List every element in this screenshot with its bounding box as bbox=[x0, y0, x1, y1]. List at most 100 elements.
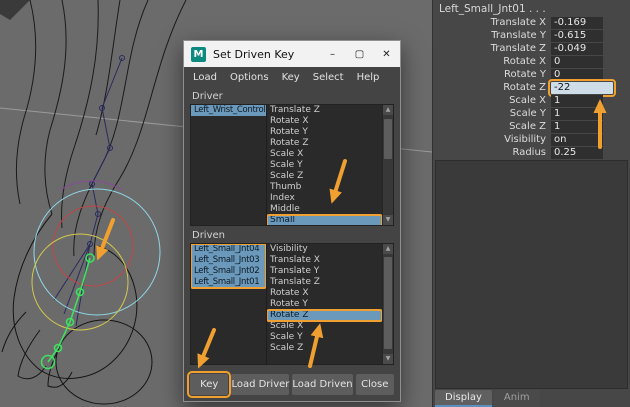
channel-attribute-value[interactable]: on bbox=[551, 134, 603, 146]
close-icon[interactable]: ✕ bbox=[373, 41, 400, 67]
menu-item[interactable]: Select bbox=[313, 72, 344, 83]
menu-item[interactable]: Options bbox=[230, 72, 269, 83]
channel-box: Left_Small_Jnt01 . . . Translate X -0.16… bbox=[432, 0, 630, 407]
driven-attribute-item[interactable]: Visibility bbox=[267, 244, 382, 255]
driver-attribute-item[interactable]: Scale Y bbox=[267, 160, 382, 171]
driver-attribute-list[interactable]: Translate ZRotate XRotate YRotate ZScale… bbox=[267, 105, 382, 225]
channel-attribute-name: Scale Z bbox=[433, 121, 551, 132]
channel-attribute-name: Rotate Z bbox=[433, 82, 551, 93]
dialog-title: Set Driven Key bbox=[213, 48, 319, 61]
channel-attribute-row: Translate X -0.169 bbox=[433, 16, 630, 29]
scroll-down-icon[interactable]: ▼ bbox=[383, 215, 393, 225]
channel-attribute-value[interactable]: 0.25 bbox=[551, 147, 603, 159]
driver-attribute-item[interactable]: Scale X bbox=[267, 149, 382, 160]
menu-item[interactable]: Key bbox=[282, 72, 300, 83]
driven-attribute-item[interactable]: Rotate Z bbox=[267, 310, 382, 321]
driver-attribute-item[interactable]: Index bbox=[267, 193, 382, 204]
scroll-up-icon[interactable]: ▲ bbox=[383, 105, 393, 115]
channel-attribute-name: Translate X bbox=[433, 17, 551, 28]
channel-attribute-value[interactable]: 1 bbox=[551, 95, 603, 107]
maya-app-icon: M bbox=[191, 47, 206, 62]
channel-box-rows: Translate X -0.169 Translate Y -0.615 Tr… bbox=[433, 16, 630, 159]
driven-attribute-item[interactable]: Rotate X bbox=[267, 288, 382, 299]
driven-object-item[interactable]: Left_Small_Jnt02 bbox=[191, 266, 266, 277]
channel-attribute-value[interactable]: 1 bbox=[551, 121, 603, 133]
driven-attribute-item[interactable]: Scale Z bbox=[267, 343, 382, 354]
channel-attribute-name: Translate Y bbox=[433, 30, 551, 41]
channel-attribute-value[interactable]: 1 bbox=[551, 108, 603, 120]
channel-attribute-name: Radius bbox=[433, 147, 551, 158]
dialog-button[interactable]: Load Driver bbox=[231, 374, 289, 395]
driven-attribute-list[interactable]: VisibilityTranslate XTranslate YTranslat… bbox=[267, 244, 382, 364]
driver-object-list[interactable]: Left_Wrist_Control bbox=[191, 105, 267, 225]
dialog-button[interactable]: Load Driven bbox=[292, 374, 352, 395]
driven-attribute-item[interactable]: Scale Y bbox=[267, 332, 382, 343]
channel-attribute-name: Rotate Y bbox=[433, 69, 551, 80]
driven-attribute-item[interactable]: Scale X bbox=[267, 321, 382, 332]
channel-attribute-row: Rotate X 0 bbox=[433, 55, 630, 68]
maya-screen: Left_Small_Jnt01 . . . Translate X -0.16… bbox=[0, 0, 630, 407]
window-buttons: – ▢ ✕ bbox=[319, 41, 400, 67]
channel-attribute-row: Scale Z 1 bbox=[433, 120, 630, 133]
channel-attribute-row: Scale X 1 bbox=[433, 94, 630, 107]
dialog-button[interactable]: Close bbox=[356, 374, 394, 395]
driver-object-item[interactable]: Left_Wrist_Control bbox=[191, 105, 266, 116]
channel-attribute-name: Visibility bbox=[433, 134, 551, 145]
driven-attribute-item[interactable]: Rotate Y bbox=[267, 299, 382, 310]
dialog-button[interactable]: Key bbox=[190, 374, 228, 395]
layer-editor-tabs: DisplayAnim bbox=[435, 390, 540, 407]
menu-item[interactable]: Help bbox=[357, 72, 380, 83]
scroll-down-icon[interactable]: ▼ bbox=[383, 354, 393, 364]
minimize-icon[interactable]: – bbox=[319, 41, 346, 67]
driver-attribute-item[interactable]: Rotate Y bbox=[267, 127, 382, 138]
channel-attribute-name: Scale X bbox=[433, 95, 551, 106]
layer-editor-tab[interactable]: Display bbox=[435, 390, 492, 407]
channel-attribute-name: Rotate X bbox=[433, 56, 551, 67]
channel-attribute-row: Translate Y -0.615 bbox=[433, 29, 630, 42]
driven-object-item[interactable]: Left_Small_Jnt01 bbox=[191, 277, 266, 288]
driver-attribute-item[interactable]: Rotate Z bbox=[267, 138, 382, 149]
driven-attribute-scrollbar[interactable]: ▲ ▼ bbox=[382, 244, 393, 364]
scrollbar-thumb[interactable] bbox=[384, 257, 392, 349]
driver-attribute-item[interactable]: Small bbox=[267, 215, 382, 225]
dialog-titlebar[interactable]: M Set Driven Key – ▢ ✕ bbox=[184, 41, 400, 67]
driven-attribute-item[interactable]: Translate Y bbox=[267, 266, 382, 277]
layer-editor-tab[interactable]: Anim bbox=[494, 390, 540, 407]
dialog-menubar: Load Options Key Select Help bbox=[184, 67, 400, 87]
driven-object-list[interactable]: Left_Small_Jnt04Left_Small_Jnt03Left_Sma… bbox=[191, 244, 267, 364]
driven-lists: Left_Small_Jnt04Left_Small_Jnt03Left_Sma… bbox=[190, 243, 394, 365]
channel-attribute-value[interactable]: -0.049 bbox=[551, 43, 603, 55]
driven-object-item[interactable]: Left_Small_Jnt04 bbox=[191, 244, 266, 255]
scrollbar-thumb[interactable] bbox=[384, 119, 392, 159]
channel-attribute-value[interactable]: -0.169 bbox=[551, 17, 603, 29]
driven-section-label: Driven bbox=[184, 226, 400, 243]
driver-attribute-item[interactable]: Scale Z bbox=[267, 171, 382, 182]
channel-attribute-name: Scale Y bbox=[433, 108, 551, 119]
channel-attribute-row: Translate Z -0.049 bbox=[433, 42, 630, 55]
driver-attribute-item[interactable]: Translate Z bbox=[267, 105, 382, 116]
driver-attribute-item[interactable]: Rotate X bbox=[267, 116, 382, 127]
channel-box-title: Left_Small_Jnt01 . . . bbox=[439, 3, 546, 15]
channel-attribute-row: Rotate Z -22 bbox=[433, 81, 630, 94]
driven-object-item[interactable]: Left_Small_Jnt03 bbox=[191, 255, 266, 266]
maximize-icon[interactable]: ▢ bbox=[346, 41, 373, 67]
driver-lists: Left_Wrist_Control Translate ZRotate XRo… bbox=[190, 104, 394, 226]
driven-attribute-item[interactable]: Translate X bbox=[267, 255, 382, 266]
channel-attribute-value[interactable]: -22 bbox=[551, 82, 613, 94]
menu-item[interactable]: Load bbox=[193, 72, 217, 83]
channel-attribute-row: Scale Y 1 bbox=[433, 107, 630, 120]
set-driven-key-dialog: M Set Driven Key – ▢ ✕ Load Options Key Sel… bbox=[183, 40, 401, 402]
scroll-up-icon[interactable]: ▲ bbox=[383, 244, 393, 254]
layer-editor-area bbox=[435, 160, 628, 389]
channel-attribute-value[interactable]: -0.615 bbox=[551, 30, 603, 42]
driver-attribute-item[interactable]: Thumb bbox=[267, 182, 382, 193]
channel-attribute-value[interactable]: 0 bbox=[551, 56, 603, 68]
channel-attribute-row: Visibility on bbox=[433, 133, 630, 146]
channel-attribute-row: Radius 0.25 bbox=[433, 146, 630, 159]
driver-attribute-item[interactable]: Middle bbox=[267, 204, 382, 215]
driver-section-label: Driver bbox=[184, 87, 400, 104]
channel-attribute-value[interactable]: 0 bbox=[551, 69, 603, 81]
dialog-buttons: KeyLoad DriverLoad DrivenClose bbox=[190, 374, 394, 395]
driver-attribute-scrollbar[interactable]: ▲ ▼ bbox=[382, 105, 393, 225]
driven-attribute-item[interactable]: Translate Z bbox=[267, 277, 382, 288]
